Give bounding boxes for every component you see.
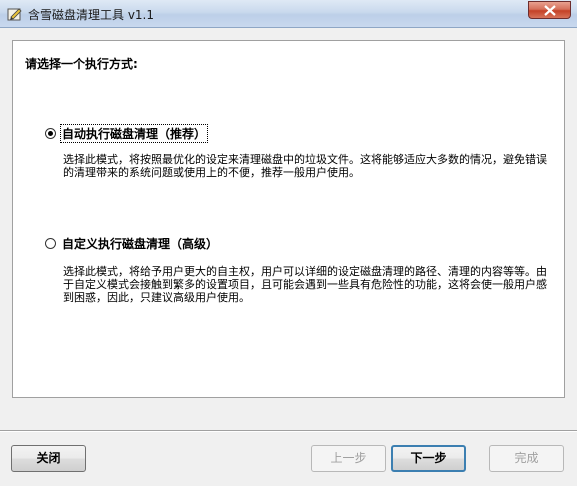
window-close-button[interactable]: [528, 1, 571, 19]
option-auto-clean[interactable]: 自动执行磁盘清理（推荐）: [45, 124, 209, 143]
prev-button[interactable]: 上一步: [311, 445, 386, 472]
title-bar[interactable]: 含雪磁盘清理工具 v1.1: [0, 0, 577, 28]
close-icon: [544, 5, 556, 16]
option-custom-clean-description: 选择此模式，将给予用户更大的自主权，用户可以详细的设定磁盘清理的路径、清理的内容…: [63, 265, 547, 304]
window-title: 含雪磁盘清理工具 v1.1: [28, 8, 155, 22]
radio-custom-clean[interactable]: [45, 238, 56, 249]
footer-separator: [0, 430, 577, 432]
option-auto-clean-description: 选择此模式，将按照最优化的设定来清理磁盘中的垃圾文件。这将能够适应大多数的情况，…: [63, 153, 547, 179]
content-panel: 请选择一个执行方式: 自动执行磁盘清理（推荐） 选择此模式，将按照最优化的设定来…: [12, 40, 565, 398]
option-custom-clean-label[interactable]: 自定义执行磁盘清理（高级）: [61, 235, 219, 252]
radio-auto-clean[interactable]: [45, 128, 56, 139]
finish-button[interactable]: 完成: [489, 445, 564, 472]
option-auto-clean-label[interactable]: 自动执行磁盘清理（推荐）: [59, 124, 209, 143]
close-button[interactable]: 关闭: [11, 445, 86, 472]
next-button[interactable]: 下一步: [391, 445, 466, 472]
app-icon: [7, 8, 22, 21]
option-custom-clean[interactable]: 自定义执行磁盘清理（高级）: [45, 235, 219, 252]
prompt-label: 请选择一个执行方式:: [25, 57, 138, 71]
